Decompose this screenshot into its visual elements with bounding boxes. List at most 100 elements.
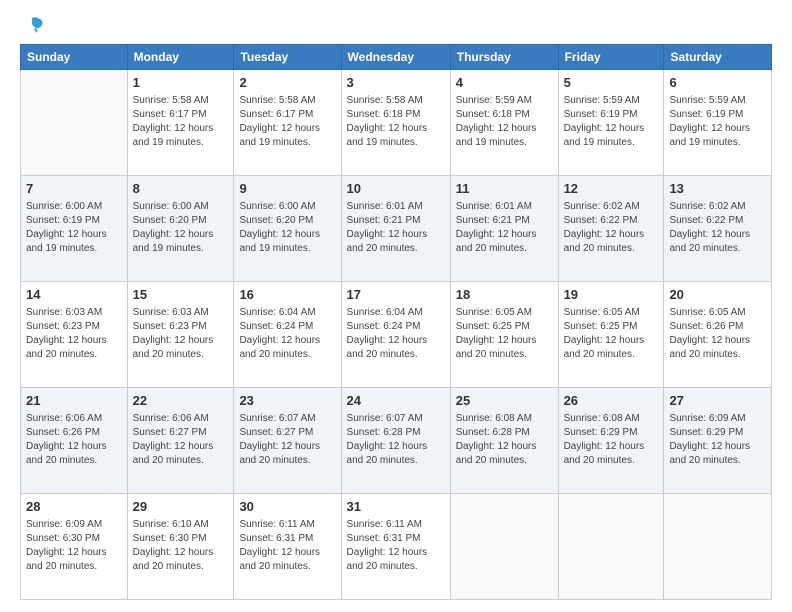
calendar-header-row: SundayMondayTuesdayWednesdayThursdayFrid…: [21, 45, 772, 70]
calendar-cell: 11Sunrise: 6:01 AMSunset: 6:21 PMDayligh…: [450, 176, 558, 282]
day-info: Sunrise: 6:09 AMSunset: 6:29 PMDaylight:…: [669, 412, 766, 468]
day-number: 6: [669, 74, 766, 92]
day-info: Sunrise: 6:03 AMSunset: 6:23 PMDaylight:…: [26, 306, 122, 362]
day-number: 4: [456, 74, 553, 92]
day-number: 10: [347, 180, 445, 198]
calendar-cell: 25Sunrise: 6:08 AMSunset: 6:28 PMDayligh…: [450, 388, 558, 494]
day-info: Sunrise: 6:08 AMSunset: 6:29 PMDaylight:…: [564, 412, 659, 468]
calendar-cell: 12Sunrise: 6:02 AMSunset: 6:22 PMDayligh…: [558, 176, 664, 282]
day-number: 29: [133, 498, 229, 516]
calendar-cell: 19 Sunrise: 6:05 AMSunset: 6:25 PMDayligh…: [558, 282, 664, 388]
day-number: 1: [133, 74, 229, 92]
calendar-cell: 2 Sunrise: 5:58 AMSunset: 6:17 PMDaylight…: [234, 70, 341, 176]
calendar-cell: 5 Sunrise: 5:59 AMSunset: 6:19 PMDaylight…: [558, 70, 664, 176]
header: [20, 16, 772, 34]
day-info: Sunrise: 6:02 AMSunset: 6:22 PMDaylight:…: [564, 200, 659, 256]
col-header-sunday: Sunday: [21, 45, 128, 70]
day-info: Sunrise: 6:05 AMSunset: 6:25 PMDaylight:…: [564, 306, 659, 362]
calendar-week-row: 14 Sunrise: 6:03 AMSunset: 6:23 PMDayligh…: [21, 282, 772, 388]
day-info: Sunrise: 6:00 AMSunset: 6:19 PMDaylight:…: [26, 200, 122, 256]
day-info: Sunrise: 6:09 AMSunset: 6:30 PMDaylight:…: [26, 518, 122, 574]
day-info: Sunrise: 5:59 AMSunset: 6:18 PMDaylight:…: [456, 94, 553, 150]
day-info: Sunrise: 6:11 AMSunset: 6:31 PMDaylight:…: [347, 518, 445, 574]
calendar-cell: 10 Sunrise: 6:01 AMSunset: 6:21 PMDayligh…: [341, 176, 450, 282]
calendar-table: SundayMondayTuesdayWednesdayThursdayFrid…: [20, 44, 772, 600]
calendar-cell: [21, 70, 128, 176]
day-number: 27: [669, 392, 766, 410]
col-header-saturday: Saturday: [664, 45, 772, 70]
day-info: Sunrise: 6:07 AMSunset: 6:28 PMDaylight:…: [347, 412, 445, 468]
page: SundayMondayTuesdayWednesdayThursdayFrid…: [0, 0, 792, 612]
day-info: Sunrise: 6:07 AMSunset: 6:27 PMDaylight:…: [239, 412, 335, 468]
day-number: 2: [239, 74, 335, 92]
day-info: Sunrise: 6:06 AMSunset: 6:26 PMDaylight:…: [26, 412, 122, 468]
calendar-cell: 31 Sunrise: 6:11 AMSunset: 6:31 PMDayligh…: [341, 494, 450, 600]
day-info: Sunrise: 6:04 AMSunset: 6:24 PMDaylight:…: [347, 306, 445, 362]
calendar-cell: 1 Sunrise: 5:58 AMSunset: 6:17 PMDaylight…: [127, 70, 234, 176]
calendar-cell: 30Sunrise: 6:11 AMSunset: 6:31 PMDayligh…: [234, 494, 341, 600]
day-number: 22: [133, 392, 229, 410]
day-info: Sunrise: 6:06 AMSunset: 6:27 PMDaylight:…: [133, 412, 229, 468]
day-number: 17: [347, 286, 445, 304]
calendar-cell: 26Sunrise: 6:08 AMSunset: 6:29 PMDayligh…: [558, 388, 664, 494]
day-info: Sunrise: 6:01 AMSunset: 6:21 PMDaylight:…: [456, 200, 553, 256]
calendar-cell: 17 Sunrise: 6:04 AMSunset: 6:24 PMDayligh…: [341, 282, 450, 388]
day-info: Sunrise: 5:58 AMSunset: 6:17 PMDaylight:…: [133, 94, 229, 150]
day-info: Sunrise: 5:58 AMSunset: 6:17 PMDaylight:…: [239, 94, 335, 150]
day-info: Sunrise: 5:58 AMSunset: 6:18 PMDaylight:…: [347, 94, 445, 150]
day-number: 5: [564, 74, 659, 92]
col-header-tuesday: Tuesday: [234, 45, 341, 70]
calendar-cell: 18 Sunrise: 6:05 AMSunset: 6:25 PMDayligh…: [450, 282, 558, 388]
day-number: 8: [133, 180, 229, 198]
day-info: Sunrise: 5:59 AMSunset: 6:19 PMDaylight:…: [564, 94, 659, 150]
calendar-week-row: 1 Sunrise: 5:58 AMSunset: 6:17 PMDaylight…: [21, 70, 772, 176]
calendar-week-row: 7 Sunrise: 6:00 AMSunset: 6:19 PMDaylight…: [21, 176, 772, 282]
day-info: Sunrise: 6:04 AMSunset: 6:24 PMDaylight:…: [239, 306, 335, 362]
calendar-cell: 15 Sunrise: 6:03 AMSunset: 6:23 PMDayligh…: [127, 282, 234, 388]
day-info: Sunrise: 6:08 AMSunset: 6:28 PMDaylight:…: [456, 412, 553, 468]
calendar-cell: [664, 494, 772, 600]
day-number: 23: [239, 392, 335, 410]
day-info: Sunrise: 5:59 AMSunset: 6:19 PMDaylight:…: [669, 94, 766, 150]
day-number: 31: [347, 498, 445, 516]
calendar-week-row: 21 Sunrise: 6:06 AMSunset: 6:26 PMDayligh…: [21, 388, 772, 494]
calendar-cell: 27 Sunrise: 6:09 AMSunset: 6:29 PMDayligh…: [664, 388, 772, 494]
day-number: 7: [26, 180, 122, 198]
day-number: 13: [669, 180, 766, 198]
calendar-cell: 4 Sunrise: 5:59 AMSunset: 6:18 PMDaylight…: [450, 70, 558, 176]
calendar-cell: 22 Sunrise: 6:06 AMSunset: 6:27 PMDayligh…: [127, 388, 234, 494]
day-info: Sunrise: 6:00 AMSunset: 6:20 PMDaylight:…: [239, 200, 335, 256]
calendar-cell: 24 Sunrise: 6:07 AMSunset: 6:28 PMDayligh…: [341, 388, 450, 494]
calendar-cell: [558, 494, 664, 600]
day-number: 15: [133, 286, 229, 304]
day-number: 16: [239, 286, 335, 304]
calendar-cell: 14 Sunrise: 6:03 AMSunset: 6:23 PMDayligh…: [21, 282, 128, 388]
calendar-cell: 8Sunrise: 6:00 AMSunset: 6:20 PMDaylight…: [127, 176, 234, 282]
calendar-cell: 28 Sunrise: 6:09 AMSunset: 6:30 PMDayligh…: [21, 494, 128, 600]
day-number: 28: [26, 498, 122, 516]
day-number: 20: [669, 286, 766, 304]
col-header-monday: Monday: [127, 45, 234, 70]
calendar-cell: 20Sunrise: 6:05 AMSunset: 6:26 PMDayligh…: [664, 282, 772, 388]
day-info: Sunrise: 6:03 AMSunset: 6:23 PMDaylight:…: [133, 306, 229, 362]
day-number: 24: [347, 392, 445, 410]
col-header-friday: Friday: [558, 45, 664, 70]
day-info: Sunrise: 6:02 AMSunset: 6:22 PMDaylight:…: [669, 200, 766, 256]
col-header-wednesday: Wednesday: [341, 45, 450, 70]
calendar-cell: 6 Sunrise: 5:59 AMSunset: 6:19 PMDaylight…: [664, 70, 772, 176]
day-info: Sunrise: 6:05 AMSunset: 6:25 PMDaylight:…: [456, 306, 553, 362]
day-info: Sunrise: 6:10 AMSunset: 6:30 PMDaylight:…: [133, 518, 229, 574]
calendar-cell: 29 Sunrise: 6:10 AMSunset: 6:30 PMDayligh…: [127, 494, 234, 600]
calendar-cell: 13 Sunrise: 6:02 AMSunset: 6:22 PMDayligh…: [664, 176, 772, 282]
calendar-cell: [450, 494, 558, 600]
day-number: 30: [239, 498, 335, 516]
calendar-cell: 9Sunrise: 6:00 AMSunset: 6:20 PMDaylight…: [234, 176, 341, 282]
calendar-cell: 23 Sunrise: 6:07 AMSunset: 6:27 PMDayligh…: [234, 388, 341, 494]
day-number: 14: [26, 286, 122, 304]
day-number: 21: [26, 392, 122, 410]
calendar-cell: 16 Sunrise: 6:04 AMSunset: 6:24 PMDayligh…: [234, 282, 341, 388]
calendar-cell: 3Sunrise: 5:58 AMSunset: 6:18 PMDaylight…: [341, 70, 450, 176]
day-number: 19: [564, 286, 659, 304]
day-number: 18: [456, 286, 553, 304]
day-info: Sunrise: 6:01 AMSunset: 6:21 PMDaylight:…: [347, 200, 445, 256]
